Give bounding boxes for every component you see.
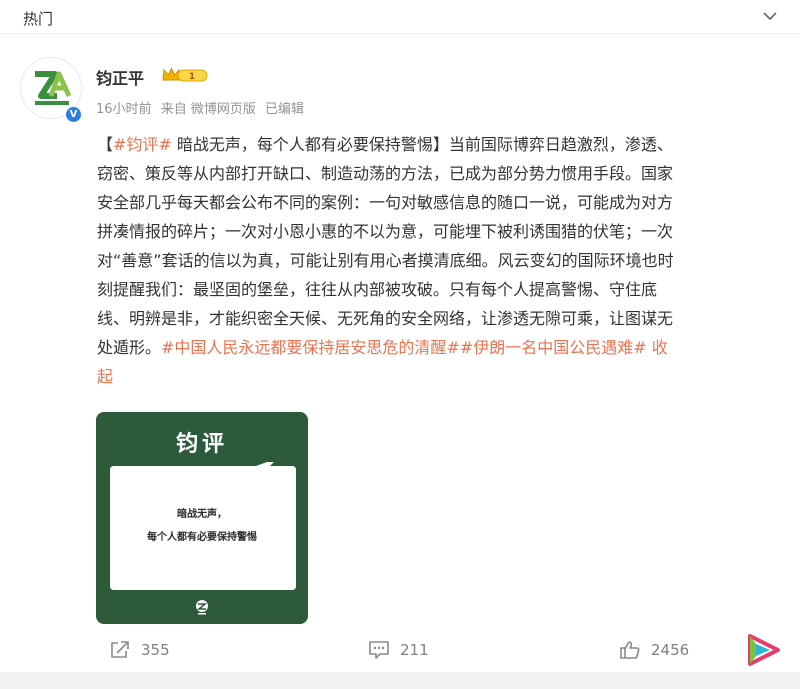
post-time[interactable]: 16小时前 [96,102,152,117]
post-edited[interactable]: 已编辑 [265,102,304,117]
hashtag-link[interactable]: 起 [97,367,113,386]
comment-count: 211 [400,641,429,659]
hashtag-link[interactable]: #钧评# [113,135,172,154]
image-title: 钧评 [175,431,228,457]
content-line: 刻提醒我们：最坚固的堡垒，往往从内部被攻破。只有每个人提高警惕、守住底 [97,275,787,304]
hashtag-link[interactable]: 收 [647,338,668,357]
content-text: 安全部几乎每天都会公布不同的案例：一句对敏感信息的随口一说，可能成为对方 [97,193,674,212]
author-name[interactable]: 钧正平 [96,65,144,89]
content-text: 刻提醒我们：最坚固的堡垒，往往从内部被攻破。只有每个人提高警惕、守住底 [97,280,658,299]
vip-level: 1 [189,72,195,82]
content-text: 线、明辨是非，才能织密全天候、无死角的安全网络，让渗透无隙可乘，让图谋无 [97,309,674,328]
feed-header: 热门 [0,0,800,34]
content-text: 窃密、策反等从内部打开缺口、制造动荡的方法，已成为部分势力惯用手段。国家 [97,164,674,183]
content-line: 起 [97,362,787,391]
content-text: 暗战无声，每个人都有必要保持警惕】当前国际博弈日趋激烈，渗透、 [171,135,673,154]
verified-icon: V [64,105,83,124]
content-line: 【#钧评# 暗战无声，每个人都有必要保持警惕】当前国际博弈日趋激烈，渗透、 [97,130,787,159]
post-content: 【#钧评# 暗战无声，每个人都有必要保持警惕】当前国际博弈日趋激烈，渗透、窃密、… [97,130,787,391]
content-line: 对“善意”套话的信以为真，可能让别有用心者摸清底细。风云变幻的国际环境也时 [97,246,787,275]
content-line: 处遁形。#中国人民永远都要保持居安思危的清醒##伊朗一名中国公民遇难# 收 [97,333,787,362]
like-icon [620,641,640,659]
content-line: 拼凑情报的碎片；一次对小恩小惠的不以为意，可能埋下被利诱围猎的伏笔；一次 [97,217,787,246]
content-text: 处遁形。 [97,338,162,357]
post-meta: 16小时前 来自 微博网页版 已编辑 [96,98,309,117]
like-button[interactable]: 2456 [619,638,689,662]
content-text: 拼凑情报的碎片；一次对小恩小惠的不以为意，可能埋下被利诱围猎的伏笔；一次 [97,222,674,241]
content-text: 对“善意”套话的信以为真，可能让别有用心者摸清底细。风云变幻的国际环境也时 [97,251,674,270]
image-line-2: 每个人都有必要保持警惕 [147,532,257,543]
crown-icon[interactable]: 1 [162,67,208,87]
share-icon [111,641,129,658]
post-image[interactable]: 钧评 暗战无声， 每个人都有必要保持警惕 [96,412,308,624]
content-text: 【 [97,135,114,154]
share-count: 355 [141,641,170,659]
post-source: 来自 微博网页版 [160,102,256,117]
hashtag-link[interactable]: #中国人民永远都要保持居安思危的清醒##伊朗一名中国公民遇难# [161,338,647,357]
content-line: 线、明辨是非，才能织密全天候、无死角的安全网络，让渗透无隙可乘，让图谋无 [97,304,787,333]
share-button[interactable]: 355 [109,638,170,662]
like-count: 2456 [651,641,690,659]
chevron-down-icon[interactable] [762,8,778,24]
comment-button[interactable]: 211 [368,638,429,662]
brand-logo-icon [744,630,784,674]
image-line-1: 暗战无声， [177,509,227,520]
bottom-divider [0,672,800,689]
brand-logo-icon [190,598,214,620]
comment-icon [369,641,389,659]
tab-hot[interactable]: 热门 [23,8,53,29]
content-line: 窃密、策反等从内部打开缺口、制造动荡的方法，已成为部分势力惯用手段。国家 [97,159,787,188]
content-line: 安全部几乎每天都会公布不同的案例：一句对敏感信息的随口一说，可能成为对方 [97,188,787,217]
action-bar: 355 211 2456 [0,634,800,666]
